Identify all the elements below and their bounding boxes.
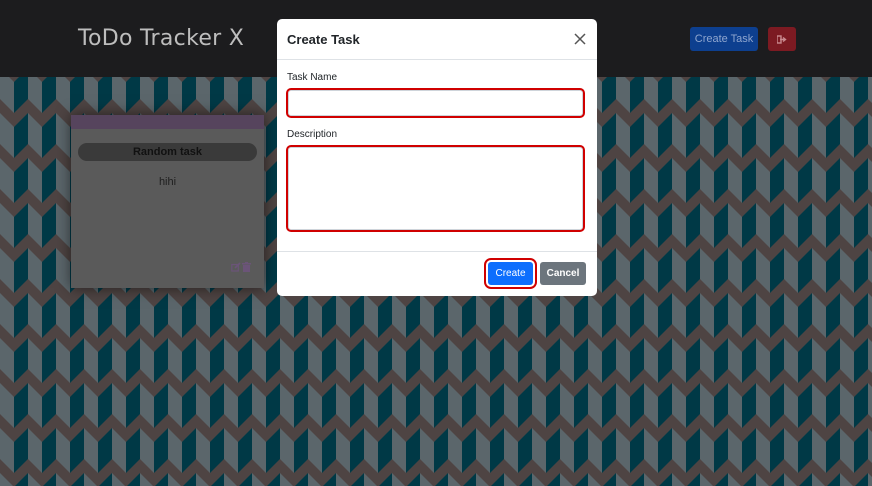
create-button[interactable]: Create [484, 258, 537, 289]
edit-icon[interactable] [231, 262, 241, 272]
task-card-title: Random task [78, 143, 257, 161]
description-label: Description [287, 129, 338, 140]
cancel-button[interactable]: Cancel [540, 262, 586, 285]
task-card-header [71, 115, 264, 129]
brand-title[interactable]: ToDo Tracker X [78, 26, 244, 51]
close-icon[interactable] [573, 32, 587, 46]
create-task-modal: Create Task Task Name Description Create… [277, 19, 597, 296]
task-card: Random task hihi [71, 115, 264, 288]
modal-title: Create Task [287, 32, 360, 47]
logout-icon [777, 34, 787, 44]
description-textarea[interactable] [286, 145, 585, 232]
nav-create-task-button[interactable]: Create Task [690, 27, 758, 51]
trash-icon[interactable] [242, 262, 251, 272]
task-card-actions [231, 262, 251, 272]
task-name-label: Task Name [287, 72, 338, 83]
logout-button[interactable] [768, 27, 796, 51]
modal-header: Create Task [277, 19, 597, 60]
task-name-input[interactable] [286, 88, 585, 118]
task-card-description: hihi [158, 176, 177, 188]
